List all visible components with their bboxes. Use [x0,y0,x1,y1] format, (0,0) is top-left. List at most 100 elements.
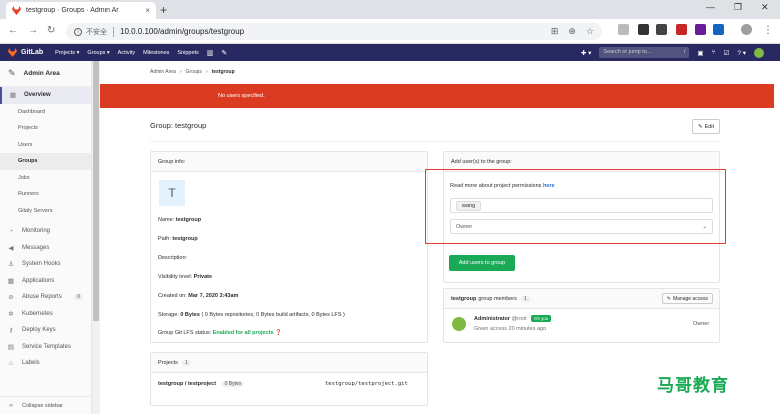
sidebar-item-kubernetes[interactable]: ✲ Kubernetes [0,306,91,323]
member-avatar[interactable] [452,317,466,331]
new-dropdown-icon[interactable]: ✚ ▾ [581,49,592,57]
help-dropdown-icon[interactable]: ? ▾ [737,49,746,57]
pencil-icon: ✎ [666,295,671,302]
sidebar-item-applications[interactable]: ▦ Applications [0,273,91,290]
extension-cloud-icon[interactable] [618,24,629,35]
member-name-row: Administrator @root It's you [474,315,552,322]
close-window-icon[interactable]: ✕ [761,2,769,13]
breadcrumb-groups[interactable]: Groups [186,69,202,75]
its-you-badge: It's you [531,315,552,322]
sidebar-item-labels[interactable]: ⌂ Labels [0,355,91,372]
sidebar-item-monitoring[interactable]: ◔ Monitoring [0,223,91,240]
merge-requests-icon[interactable]: ⑂ [712,49,716,56]
nav-milestones[interactable]: Milestones [143,50,169,56]
group-avatar: T [159,180,185,206]
browser-tab[interactable]: testgroup · Groups · Admin Ar × [6,2,156,19]
member-name[interactable]: Administrator [474,316,510,322]
issues-icon[interactable]: ▣ [697,49,703,57]
flash-alert: No users specified. [100,84,774,108]
project-name[interactable]: testgroup / testproject [158,381,216,387]
nav-groups[interactable]: Groups ▾ [87,50,109,56]
translate-icon[interactable]: ⊞ [551,26,559,37]
member-access-time: Given access 20 minutes ago [474,326,547,332]
todos-icon[interactable]: ☑ [723,49,729,57]
omnibox[interactable]: i 不安全 10.0.0.100/admin/groups/testgroup … [66,23,602,40]
new-tab-button[interactable]: + [160,3,167,17]
page-title: Group: testgroup [150,121,207,130]
nav-activity[interactable]: Activity [118,50,135,56]
flash-message: No users specified. [218,93,265,99]
breadcrumb-admin[interactable]: Admin Area [150,69,176,75]
projects-panel: Projects 1 testgroup / testproject 0 Byt… [150,352,428,406]
info-icon[interactable]: i [74,27,82,36]
browser-menu-icon[interactable]: ⋮ [763,25,773,37]
sidebar-item-label: System Hooks [22,261,61,268]
address-bar: ← → ↻ i 不安全 10.0.0.100/admin/groups/test… [0,19,780,44]
edit-icon: ✎ [697,123,703,130]
url-text[interactable]: 10.0.0.100/admin/groups/testgroup [120,27,244,36]
project-link[interactable]: testgroup / testproject 0 Bytes [158,381,245,387]
search-shortcut: / [683,49,686,55]
extension-pdf-icon[interactable] [676,24,687,35]
sidebar-item-label: Deploy Keys [22,327,56,334]
storage-value: 0 Bytes [180,312,200,318]
sidebar-item-label: Applications [22,277,55,284]
maximize-icon[interactable]: ❐ [734,2,742,13]
sidebar-item-overview[interactable]: ▦ Overview [0,87,91,104]
back-icon[interactable]: ← [8,25,18,37]
extension-icon-3[interactable] [713,24,724,35]
sidebar-sub-dashboard[interactable]: Dashboard [0,104,91,121]
sidebar-item-messages[interactable]: ◀ Messages [0,240,91,257]
sidebar-item-service-templates[interactable]: ▤ Service Templates [0,339,91,356]
group-created-row: Created on: Mar 7, 2020 3:43am [158,293,238,299]
nav-snippets[interactable]: Snippets [177,50,198,56]
sidebar-sub-gitaly[interactable]: Gitaly Servers [0,203,91,220]
sidebar-item-system-hooks[interactable]: ⚓ System Hooks [0,256,91,273]
add-users-button[interactable]: Add users to group [449,255,515,271]
sidebar-sub-groups[interactable]: Groups [0,153,91,170]
sidebar-sub-runners[interactable]: Runners [0,186,91,203]
name-label: Name: [158,217,175,223]
sidebar-title[interactable]: ✎ Admin Area [0,61,91,87]
nav-projects[interactable]: Projects ▾ [55,50,79,56]
sidebar-scrollbar[interactable] [92,61,100,414]
tab-close-icon[interactable]: × [145,6,150,15]
edit-button[interactable]: ✎ Edit [692,119,720,134]
extension-icon[interactable] [638,24,649,35]
gitlab-brand[interactable]: GitLab [21,49,43,56]
key-icon: ⚷ [8,327,14,335]
help-icon[interactable]: ❓ [275,330,282,336]
search-input[interactable]: Search or jump to... / [599,47,690,58]
admin-sidebar: ✎ Admin Area ▦ Overview Dashboard Projec… [0,61,92,414]
breadcrumb-current[interactable]: testgroup [212,69,235,75]
extension-camera-icon[interactable] [656,24,667,35]
reload-icon[interactable]: ↻ [47,25,55,37]
sidebar-item-label: Labels [22,360,40,367]
minimize-icon[interactable]: — [706,2,715,12]
group-lfs-row: Group Git LFS status: Enabled for all pr… [158,330,282,336]
projects-heading-text: Projects [158,359,178,366]
project-size-badge: 0 Bytes [221,381,245,387]
extension-icon-2[interactable] [695,24,706,35]
sidebar-item-deploy-keys[interactable]: ⚷ Deploy Keys [0,322,91,339]
scrollbar-thumb[interactable] [93,61,99,321]
group-storage-row: Storage: 0 Bytes ( 0 Bytes repositories,… [158,312,345,318]
sidebar-sub-jobs[interactable]: Jobs [0,170,91,187]
chart-icon[interactable]: ▥ [207,49,214,57]
manage-access-button[interactable]: ✎ Manage access [661,293,713,304]
sidebar-title-text: Admin Area [23,70,60,77]
admin-wrench-icon[interactable]: ✎ [221,49,227,57]
zoom-icon[interactable]: ⊕ [568,26,576,37]
sidebar-item-abuse-reports[interactable]: ⊘ Abuse Reports 0 [0,289,91,306]
project-path: testgroup/testproject.git [325,381,408,387]
forward-icon[interactable]: → [28,25,38,37]
sidebar-sub-projects[interactable]: Projects [0,120,91,137]
bookmark-star-icon[interactable]: ☆ [586,26,594,37]
group-info-panel: Group info: T Name: testgroup Path: test… [150,151,428,343]
sidebar-sub-users[interactable]: Users [0,137,91,154]
collapse-sidebar-button[interactable]: « Collapse sidebar [0,396,92,414]
gitlab-logo-icon[interactable] [8,48,17,57]
user-avatar[interactable] [754,47,764,58]
template-icon: ▤ [7,343,15,351]
profile-avatar-icon[interactable] [741,24,752,35]
